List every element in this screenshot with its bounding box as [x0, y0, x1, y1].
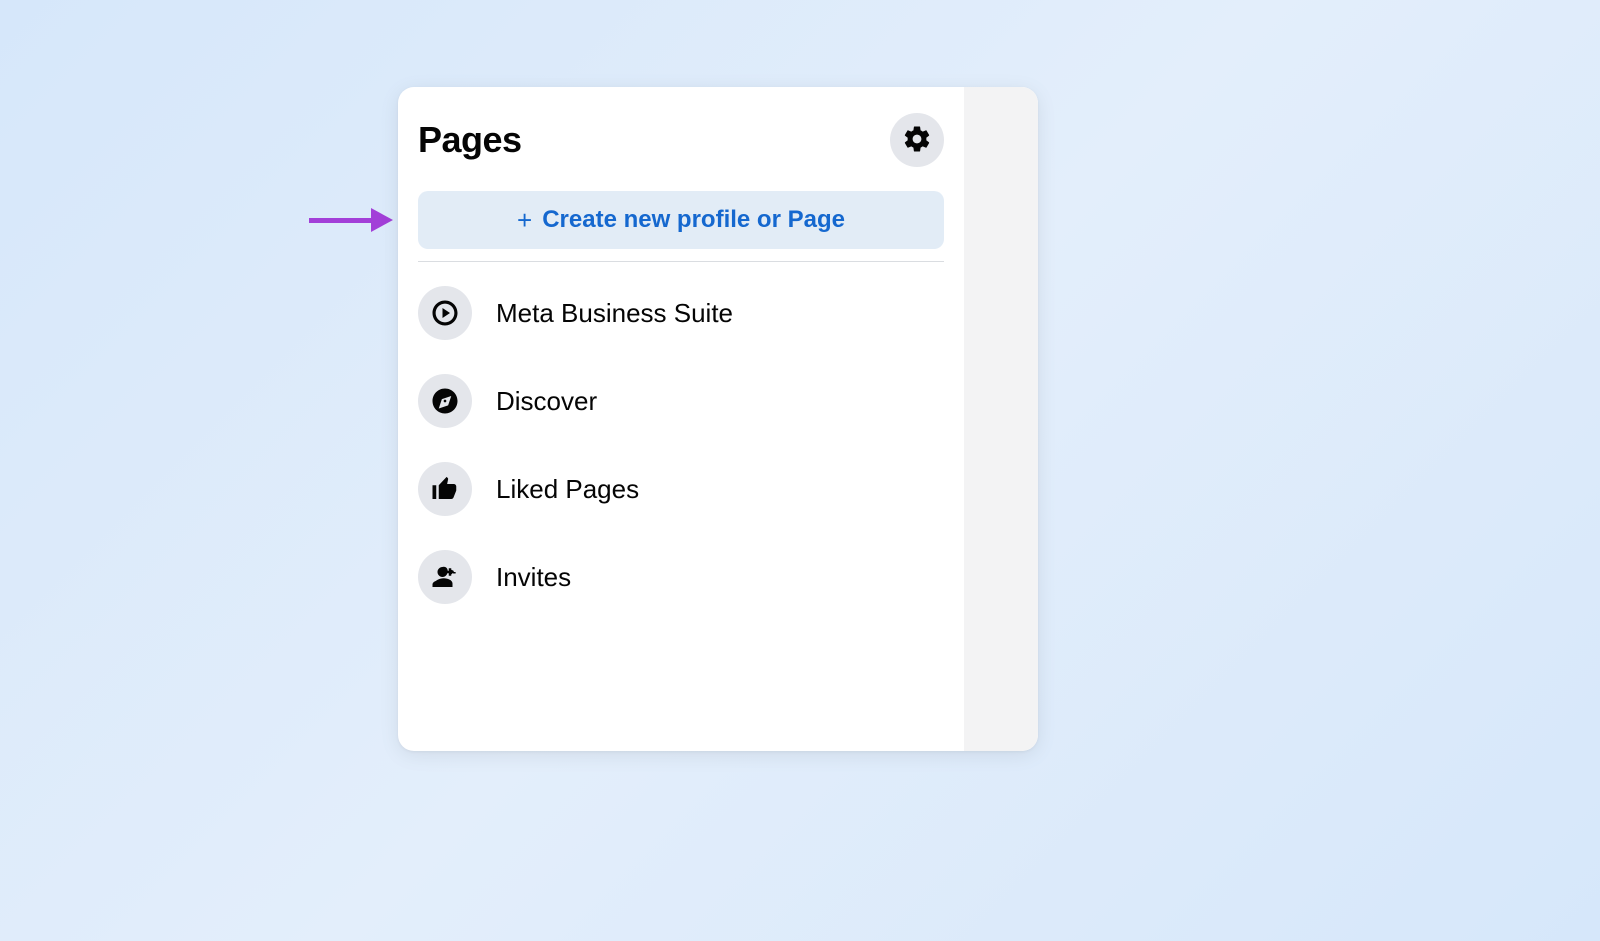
page-title: Pages [418, 119, 522, 161]
menu-label: Invites [496, 562, 571, 593]
scrollbar-track[interactable] [964, 87, 1038, 751]
menu-label: Discover [496, 386, 597, 417]
menu-item-liked-pages[interactable]: Liked Pages [418, 458, 944, 520]
person-plus-icon [418, 550, 472, 604]
plus-icon: + [517, 207, 532, 233]
pages-panel: Pages + Create new profile or Page Meta … [398, 87, 1038, 751]
menu-item-discover[interactable]: Discover [418, 370, 944, 432]
menu-label: Liked Pages [496, 474, 639, 505]
panel-content: Pages + Create new profile or Page Meta … [398, 87, 964, 751]
menu-label: Meta Business Suite [496, 298, 733, 329]
menu-list: Meta Business Suite Discover Liked Pages… [418, 282, 944, 608]
create-button-label: Create new profile or Page [542, 206, 845, 234]
arrow-line [309, 218, 371, 223]
menu-item-invites[interactable]: Invites [418, 546, 944, 608]
annotation-arrow [309, 208, 393, 232]
create-profile-or-page-button[interactable]: + Create new profile or Page [418, 191, 944, 249]
thumbs-up-icon [418, 462, 472, 516]
arrow-head-icon [371, 208, 393, 232]
divider [418, 261, 944, 262]
settings-button[interactable] [890, 113, 944, 167]
compass-icon [418, 374, 472, 428]
menu-item-meta-business-suite[interactable]: Meta Business Suite [418, 282, 944, 344]
meta-business-icon [418, 286, 472, 340]
panel-header: Pages [418, 113, 944, 167]
gear-icon [902, 124, 932, 157]
